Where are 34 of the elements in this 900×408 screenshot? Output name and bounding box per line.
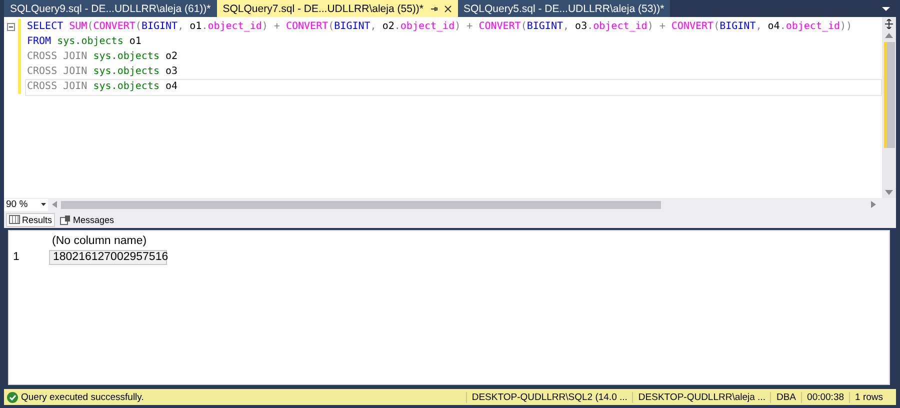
row-number: 1 (12, 251, 20, 263)
code-line: CROSS JOIN sys.objects o2 (27, 51, 178, 62)
user-name: DESKTOP-QUDLLRR\aleja ... (632, 392, 770, 402)
zoom-dropdown[interactable]: 90 % (4, 198, 48, 210)
dropdown-icon[interactable] (882, 6, 890, 12)
close-icon[interactable] (444, 4, 452, 12)
row-count: 1 rows (849, 392, 888, 402)
code-line: SELECT SUM(CONVERT(BIGINT, o1.object_id) + CONVERT(BIGINT, o2.object_id) + CONVERT(BIGINT, o3.object_id) + CONVERT(BIGINT, o4.object_id)) (27, 21, 852, 32)
pin-icon[interactable] (430, 4, 438, 12)
document-tab[interactable]: SQLQuery9.sql - DE...UDLLRR\aleja (61))* (4, 0, 217, 17)
scrollbar-thumb[interactable] (884, 42, 894, 148)
status-message: Query executed successfully. (21, 392, 145, 402)
scroll-down-icon[interactable] (885, 190, 893, 195)
results-tab[interactable]: Messages (57, 212, 118, 226)
scrollbar-thumb[interactable] (61, 200, 661, 208)
table-cell[interactable]: 180216127002957516 (49, 250, 167, 264)
grid-icon (9, 215, 20, 224)
caret-icon[interactable] (41, 203, 46, 206)
code-line: FROM sys.objects o1 (27, 36, 142, 47)
database-name: DBA (770, 392, 802, 402)
document-tab[interactable]: SQLQuery7.sql - DE...UDLLRR\aleja (55))* (216, 0, 458, 17)
document-tab[interactable]: SQLQuery5.sql - DE...UDLLRR\aleja (53))* (458, 0, 670, 17)
success-check-icon (7, 392, 18, 402)
elapsed-time: 00:00:38 (801, 392, 850, 402)
scroll-right-icon[interactable] (871, 201, 876, 208)
code-line: CROSS JOIN sys.objects o4 (27, 81, 178, 92)
collapse-icon[interactable] (7, 22, 15, 30)
server-name: DESKTOP-QUDLLRR\SQL2 (14.0 ... (466, 392, 632, 402)
split-icon[interactable] (884, 19, 894, 29)
scroll-up-icon[interactable] (885, 33, 893, 38)
column-header: (No column name) (51, 235, 147, 247)
results-tab[interactable]: Results (6, 212, 56, 226)
messages-icon (60, 214, 72, 224)
code-line: CROSS JOIN sys.objects o3 (27, 66, 178, 77)
